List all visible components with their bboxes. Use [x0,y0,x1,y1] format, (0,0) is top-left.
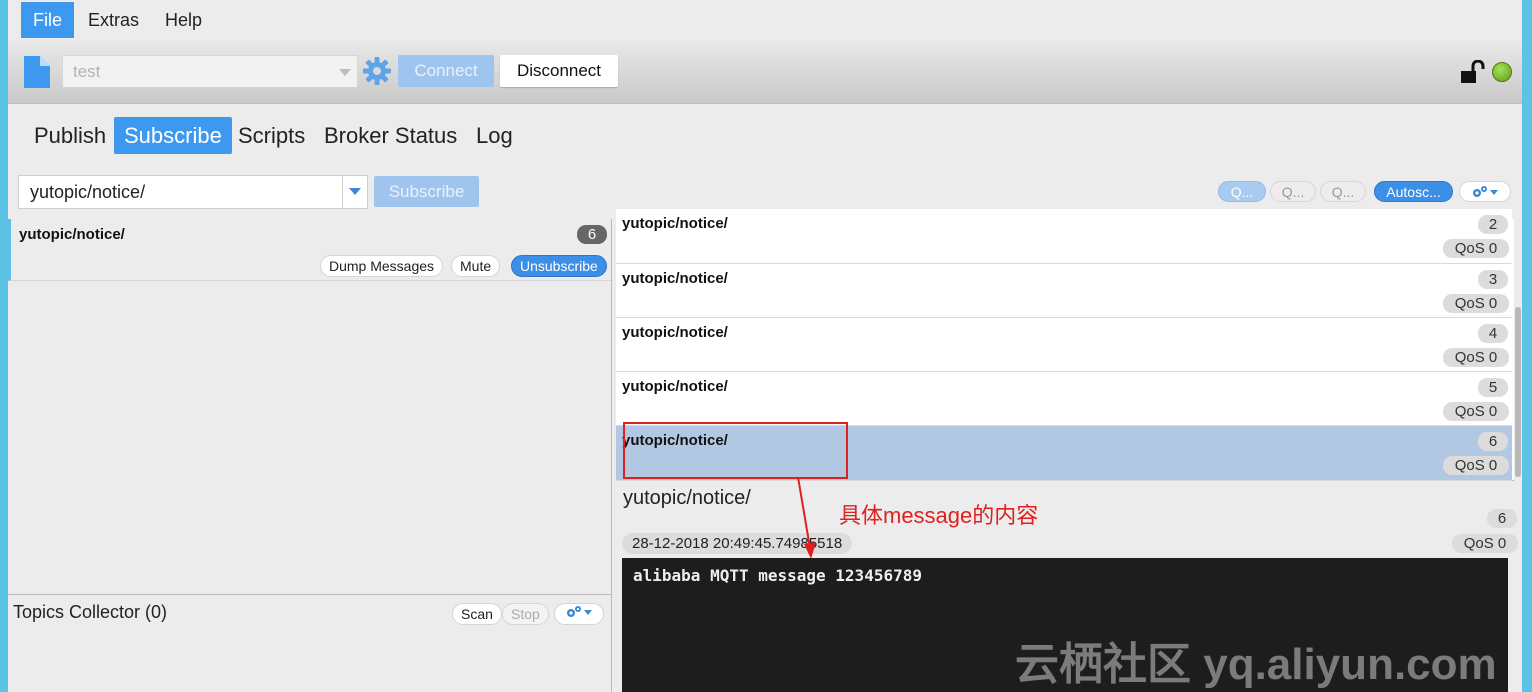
disconnect-button[interactable]: Disconnect [500,55,618,87]
qos2-filter-button[interactable]: Q... [1320,181,1366,202]
subscribe-options-button[interactable] [1459,181,1511,202]
message-row[interactable]: yutopic/notice/ 4 QoS 0 [616,318,1512,372]
mute-button[interactable]: Mute [451,255,501,277]
menu-file[interactable]: File [21,2,75,38]
detail-message-number: 6 [1487,509,1517,528]
message-topic: yutopic/notice/ [622,270,728,287]
message-topic: yutopic/notice/ [622,324,728,341]
scan-button[interactable]: Scan [452,603,502,625]
topics-collector-title: Topics Collector (0) [13,602,168,622]
tab-scripts[interactable]: Scripts [228,117,315,154]
message-number: 5 [1478,378,1508,397]
connection-profile-select[interactable]: test [62,55,358,88]
subscribe-topic-value: yutopic/notice/ [30,182,146,202]
connection-status-indicator [1492,62,1512,82]
profile-value: test [73,62,101,81]
message-list-scrollbar[interactable] [1514,219,1522,481]
connect-button[interactable]: Connect [398,55,494,87]
annotation-text: 具体message的内容 [839,503,1039,528]
tab-broker-status[interactable]: Broker Status [314,117,467,154]
subscribe-topic-input[interactable]: yutopic/notice/ [18,175,368,209]
message-qos: QoS 0 [1443,456,1509,475]
divider [342,176,343,208]
chevron-down-icon [339,69,351,76]
tab-subscribe[interactable]: Subscribe [114,117,232,154]
unlocked-icon [1461,60,1485,83]
message-number: 6 [1478,432,1508,451]
message-topic: yutopic/notice/ [622,215,728,232]
subscriptions-panel: yutopic/notice/ 6 Dump Messages Mute Uns… [8,219,612,692]
subscription-message-count: 6 [577,225,607,244]
stop-button[interactable]: Stop [502,603,549,625]
unsubscribe-button[interactable]: Unsubscribe [511,255,607,277]
message-qos: QoS 0 [1443,348,1509,367]
dump-messages-button[interactable]: Dump Messages [320,255,444,277]
gears-dropdown-icon [567,606,592,617]
qos1-filter-button[interactable]: Q... [1270,181,1316,202]
scrollbar-thumb[interactable] [1515,307,1521,477]
subscribe-button[interactable]: Subscribe [374,176,479,207]
detail-topic: yutopic/notice/ [623,487,751,509]
message-number: 4 [1478,324,1508,343]
message-qos: QoS 0 [1443,402,1509,421]
menu-extras[interactable]: Extras [76,2,151,38]
message-qos: QoS 0 [1443,239,1509,258]
gear-icon[interactable] [362,56,392,86]
menu-help[interactable]: Help [153,2,214,38]
annotation-highlight-box [623,422,848,479]
menu-bar: File Extras Help [8,0,1522,40]
qos0-filter-button[interactable]: Q... [1218,181,1266,202]
collector-options-button[interactable] [554,603,604,625]
autoscroll-toggle[interactable]: Autosc... [1374,181,1453,202]
message-qos: QoS 0 [1443,294,1509,313]
watermark: 云栖社区 yq.aliyun.com [1015,640,1497,689]
subscription-item[interactable]: yutopic/notice/ 6 Dump Messages Mute Uns… [8,219,611,281]
message-number: 3 [1478,270,1508,289]
topics-collector: Topics Collector (0) Scan Stop [8,594,612,692]
subscription-topic: yutopic/notice/ [19,226,125,243]
message-row[interactable]: yutopic/notice/ 3 QoS 0 [616,264,1512,318]
chevron-down-icon[interactable] [349,188,361,195]
mqtt-client-window: File Extras Help test Connect Disconnect… [8,0,1522,692]
tab-publish[interactable]: Publish [24,117,116,154]
document-icon[interactable] [22,56,50,88]
detail-qos: QoS 0 [1452,534,1518,553]
annotation-arrow-icon [797,476,816,559]
message-number: 2 [1478,215,1508,234]
tab-log[interactable]: Log [466,117,523,154]
gears-dropdown-icon [1473,186,1498,197]
message-row[interactable]: yutopic/notice/ 5 QoS 0 [616,372,1512,426]
message-row[interactable]: yutopic/notice/ 2 QoS 0 [616,209,1512,264]
message-topic: yutopic/notice/ [622,378,728,395]
connection-toolbar: test Connect Disconnect [8,40,1522,104]
